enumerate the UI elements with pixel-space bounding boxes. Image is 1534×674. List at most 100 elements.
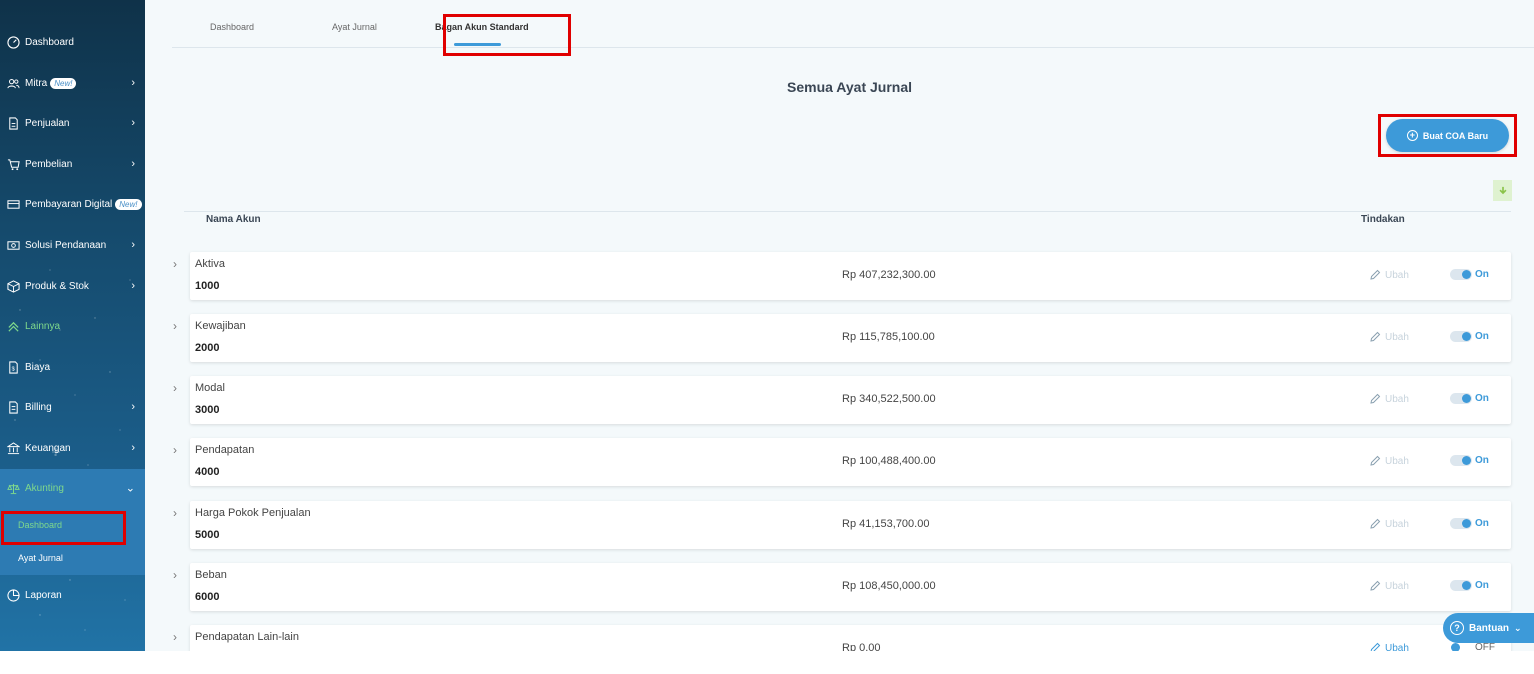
column-header-nama-akun: Nama Akun xyxy=(206,214,261,225)
pencil-icon xyxy=(1370,455,1381,466)
tab-ayat-jurnal[interactable]: Ayat Jurnal xyxy=(332,22,377,32)
account-code: 2000 xyxy=(195,342,220,354)
box-icon xyxy=(6,279,20,293)
tab-dashboard[interactable]: Dashboard xyxy=(210,22,254,32)
users-icon xyxy=(6,76,20,90)
status-toggle[interactable]: OFF xyxy=(1450,642,1495,651)
edit-label: Ubah xyxy=(1385,393,1409,405)
status-label: OFF xyxy=(1475,642,1495,651)
expand-row-icon[interactable]: › xyxy=(173,443,177,457)
sidebar-item-billing[interactable]: Billing › xyxy=(0,387,145,427)
edit-button[interactable]: Ubah xyxy=(1369,331,1409,343)
sidebar-item-pembelian[interactable]: Pembelian › xyxy=(0,144,145,184)
status-toggle[interactable]: On xyxy=(1450,269,1489,280)
expand-row-icon[interactable]: › xyxy=(173,506,177,520)
edit-button[interactable]: Ubah xyxy=(1369,518,1409,530)
column-header-tindakan: Tindakan xyxy=(1361,214,1405,225)
sidebar-item-label: Solusi Pendanaan xyxy=(25,239,107,251)
status-toggle[interactable]: On xyxy=(1450,580,1489,591)
pie-chart-icon xyxy=(6,588,20,602)
edit-label: Ubah xyxy=(1385,455,1409,467)
account-code: 1000 xyxy=(195,280,220,292)
edit-button[interactable]: Ubah xyxy=(1369,455,1409,467)
sidebar-item-dashboard[interactable]: Dashboard xyxy=(0,22,145,62)
edit-button[interactable]: Ubah xyxy=(1369,580,1409,592)
sidebar: Dashboard Mitra New! › Penjualan › Pembe… xyxy=(0,0,145,651)
chevron-right-icon: › xyxy=(131,280,135,292)
edit-button[interactable]: Ubah xyxy=(1369,642,1409,651)
status-toggle[interactable]: On xyxy=(1450,455,1489,466)
pencil-icon xyxy=(1370,331,1381,342)
account-amount: Rp 41,153,700.00 xyxy=(842,518,930,530)
expand-row-icon[interactable]: › xyxy=(173,257,177,271)
question-icon: ? xyxy=(1450,621,1464,635)
document-icon xyxy=(6,116,20,130)
table-row: Pendapatan 4000 Rp 100,488,400.00 Ubah O… xyxy=(190,438,1511,486)
dashboard-icon xyxy=(6,35,20,49)
akunting-sub-ayat-jurnal[interactable]: Ayat Jurnal xyxy=(18,553,63,563)
edit-label: Ubah xyxy=(1385,580,1409,592)
highlight-box xyxy=(443,14,571,56)
account-code: 6000 xyxy=(195,591,220,603)
sidebar-item-akunting[interactable]: Akunting ⌄ xyxy=(0,468,145,508)
sidebar-item-label: Lainnya xyxy=(25,320,61,332)
chevron-right-icon: › xyxy=(131,117,135,129)
sidebar-item-solusi-pendanaan[interactable]: Solusi Pendanaan › xyxy=(0,225,145,265)
help-label: Bantuan xyxy=(1469,622,1509,634)
sidebar-item-keuangan[interactable]: Keuangan › xyxy=(0,428,145,468)
chevrons-up-icon xyxy=(6,319,20,333)
status-label: On xyxy=(1475,331,1489,342)
sidebar-item-label: Akunting xyxy=(25,482,64,494)
expand-row-icon[interactable]: › xyxy=(173,319,177,333)
status-toggle[interactable]: On xyxy=(1450,518,1489,529)
edit-label: Ubah xyxy=(1385,518,1409,530)
sidebar-item-label: Produk & Stok xyxy=(25,280,89,292)
new-badge: New! xyxy=(50,77,77,89)
pencil-icon xyxy=(1370,580,1381,591)
account-name: Aktiva xyxy=(195,258,225,270)
sidebar-item-lainnya[interactable]: Lainnya xyxy=(0,306,145,346)
table-row: Modal 3000 Rp 340,522,500.00 Ubah On xyxy=(190,376,1511,424)
expand-row-icon[interactable]: › xyxy=(173,381,177,395)
account-amount: Rp 108,450,000.00 xyxy=(842,580,936,592)
status-label: On xyxy=(1475,455,1489,466)
sidebar-item-produk-stok[interactable]: Produk & Stok › xyxy=(0,266,145,306)
sidebar-item-label: Pembayaran Digital xyxy=(25,198,113,210)
sidebar-item-mitra[interactable]: Mitra New! › xyxy=(0,63,145,103)
sidebar-item-penjualan[interactable]: Penjualan › xyxy=(0,103,145,143)
pencil-icon xyxy=(1370,642,1381,651)
account-name: Kewajiban xyxy=(195,320,246,332)
download-button[interactable] xyxy=(1493,180,1512,201)
sidebar-item-label: Keuangan xyxy=(25,442,71,454)
status-toggle[interactable]: On xyxy=(1450,393,1489,404)
highlight-box xyxy=(1,511,126,545)
status-label: On xyxy=(1475,393,1489,404)
table-row: Pendapatan Lain-lain Rp 0.00 Ubah OFF xyxy=(190,625,1511,651)
pencil-icon xyxy=(1370,393,1381,404)
sidebar-item-laporan[interactable]: Laporan xyxy=(0,575,145,615)
account-name: Harga Pokok Penjualan xyxy=(195,507,311,519)
sidebar-item-pembayaran-digital[interactable]: Pembayaran Digital New! xyxy=(0,184,145,224)
bill-icon xyxy=(6,400,20,414)
svg-text:$: $ xyxy=(11,366,14,372)
pencil-icon xyxy=(1370,518,1381,529)
account-name: Pendapatan xyxy=(195,444,255,456)
edit-button[interactable]: Ubah xyxy=(1369,393,1409,405)
status-toggle[interactable]: On xyxy=(1450,331,1489,342)
table-row: Beban 6000 Rp 108,450,000.00 Ubah On xyxy=(190,563,1511,611)
help-button[interactable]: ? Bantuan ⌄ xyxy=(1443,613,1534,643)
expand-row-icon[interactable]: › xyxy=(173,630,177,644)
main-content: Dashboard Ayat Jurnal Bagan Akun Standar… xyxy=(145,0,1534,651)
account-name: Modal xyxy=(195,382,225,394)
table-header-divider xyxy=(184,211,1511,212)
account-amount: Rp 0.00 xyxy=(842,642,881,651)
expand-row-icon[interactable]: › xyxy=(173,568,177,582)
new-badge: New! xyxy=(115,198,142,210)
edit-button[interactable]: Ubah xyxy=(1369,269,1409,281)
chevron-right-icon: › xyxy=(131,77,135,89)
account-code: 5000 xyxy=(195,529,220,541)
account-code: 4000 xyxy=(195,466,220,478)
sidebar-item-biaya[interactable]: $ Biaya xyxy=(0,347,145,387)
chevron-right-icon: › xyxy=(131,442,135,454)
page-title: Semua Ayat Jurnal xyxy=(787,79,913,95)
